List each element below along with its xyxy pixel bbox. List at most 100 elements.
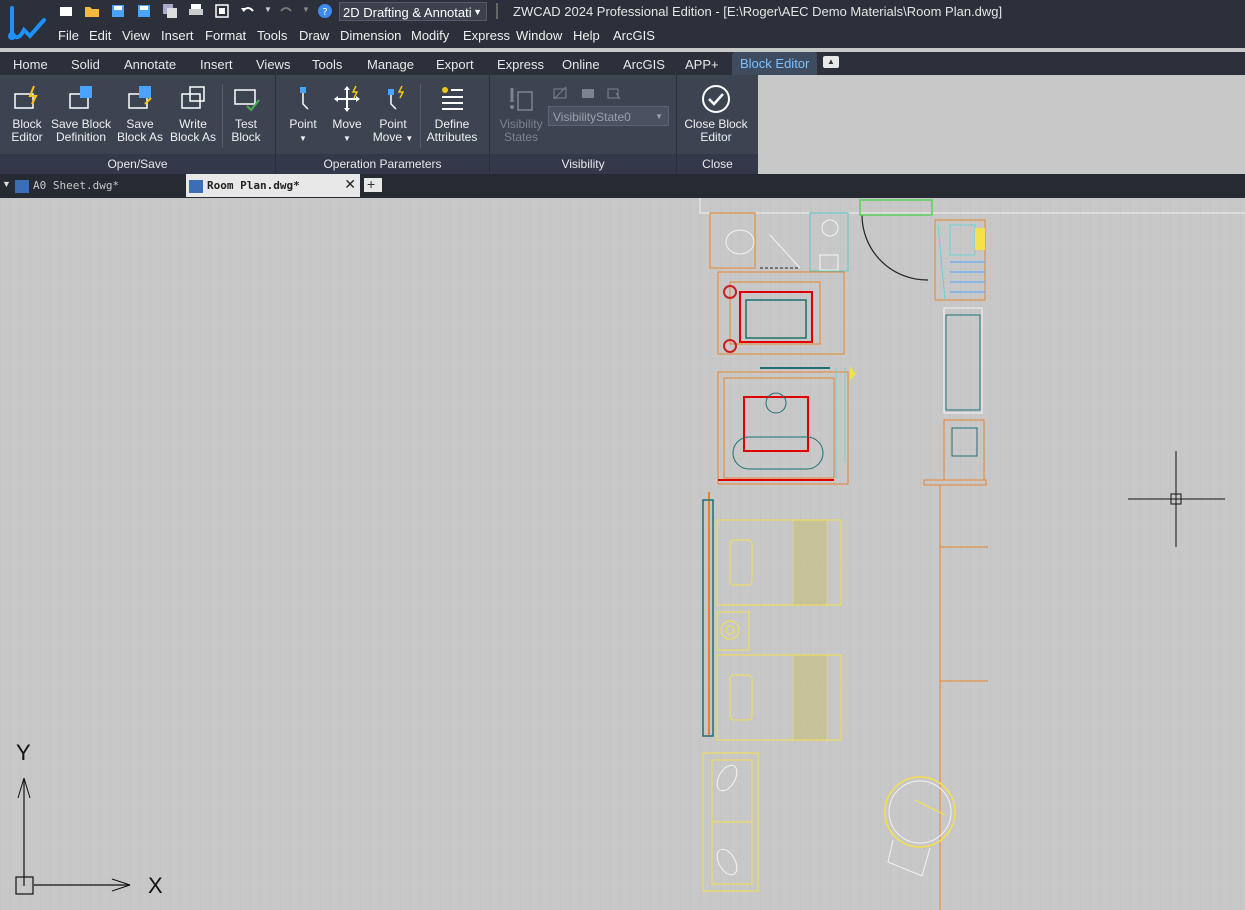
dwg-file-icon: [189, 179, 203, 193]
visibility-state-select[interactable]: VisibilityState0 ▼: [548, 106, 669, 126]
menu-insert[interactable]: Insert: [161, 28, 194, 43]
redo-icon[interactable]: [278, 3, 294, 19]
point-move-label-1: Point: [379, 117, 407, 131]
new-tab-button[interactable]: +: [364, 176, 382, 192]
tab-annotate[interactable]: Annotate: [124, 57, 176, 72]
check-circle-icon: [702, 85, 730, 113]
chevron-down-icon: ▼: [473, 7, 482, 17]
help-icon[interactable]: ?: [317, 3, 333, 19]
chevron-down-icon: ▼: [299, 134, 307, 143]
dwg-file-icon: [15, 179, 29, 193]
visibility-states-label-1: Visibility: [499, 117, 543, 131]
close-icon[interactable]: ✕: [344, 174, 356, 197]
menu-arcgis[interactable]: ArcGIS: [613, 28, 655, 43]
zoom-extents-icon[interactable]: [214, 3, 230, 19]
doc-tab-room-plan-label: Room Plan.dwg*: [207, 179, 300, 192]
point-label: Point: [289, 117, 317, 131]
test-block-label-1: Test: [234, 117, 257, 131]
tab-app-plus[interactable]: APP+: [685, 57, 719, 72]
menu-dimension[interactable]: Dimension: [340, 28, 401, 43]
drawing-canvas[interactable]: [0, 198, 1245, 910]
menu-tools[interactable]: Tools: [257, 28, 287, 43]
close-block-editor-button[interactable]: Close Block Editor: [683, 84, 749, 144]
close-editor-label-1: Close Block: [684, 117, 748, 131]
doc-tab-room-plan[interactable]: Room Plan.dwg* ✕: [186, 174, 360, 197]
save-icon[interactable]: [110, 3, 126, 19]
save-block-as-label-2: Block As: [116, 130, 164, 144]
tab-arcgis[interactable]: ArcGIS: [623, 57, 665, 72]
tab-block-editor[interactable]: Block Editor: [732, 52, 818, 75]
tab-list-dropdown-icon[interactable]: ▼: [2, 179, 11, 189]
ucs-x-label: X: [148, 873, 163, 898]
point-move-label-2: Move: [372, 130, 403, 144]
block-editor-label-1: Block: [12, 117, 42, 131]
menu-modify[interactable]: Modify: [411, 28, 449, 43]
menu-edit[interactable]: Edit: [89, 28, 111, 43]
menu-format[interactable]: Format: [205, 28, 246, 43]
visibility-states-label-2: States: [503, 130, 539, 144]
menu-view[interactable]: View: [122, 28, 150, 43]
tab-manage[interactable]: Manage: [367, 57, 414, 72]
define-attributes-icon: [442, 87, 463, 110]
group-label-visibility: Visibility: [561, 157, 605, 171]
save-block-as-icon: [128, 86, 152, 109]
workspace-select[interactable]: 2D Drafting & Annotati ▼: [339, 2, 487, 21]
write-block-as-button[interactable]: Write Block As: [168, 84, 218, 144]
save-block-icon: [69, 86, 92, 109]
menu-express[interactable]: Express: [463, 28, 510, 43]
tab-solid[interactable]: Solid: [71, 57, 100, 72]
tab-insert[interactable]: Insert: [200, 57, 233, 72]
menu-draw[interactable]: Draw: [299, 28, 329, 43]
divider: [222, 84, 223, 148]
tab-express[interactable]: Express: [497, 57, 544, 72]
svg-text:?: ?: [322, 7, 327, 18]
undo-dropdown-icon[interactable]: ▼: [264, 5, 272, 14]
ucs-y-label: Y: [16, 740, 31, 765]
open-icon[interactable]: [84, 3, 100, 19]
save-block-definition-button[interactable]: Save Block Definition: [50, 84, 112, 144]
make-visible-icon[interactable]: [552, 85, 568, 101]
chevron-down-icon: ▼: [343, 134, 351, 143]
menu-file[interactable]: File: [58, 28, 79, 43]
define-attributes-label-2: Attributes: [426, 130, 478, 144]
doc-tab-a0-sheet[interactable]: A0 Sheet.dwg*: [12, 174, 184, 197]
test-block-button[interactable]: Test Block: [226, 84, 266, 144]
menu-window[interactable]: Window: [516, 28, 562, 43]
undo-icon[interactable]: [240, 3, 256, 19]
move-action-button[interactable]: Move ▼: [328, 84, 366, 145]
redo-dropdown-icon[interactable]: ▼: [302, 5, 310, 14]
chevron-down-icon: ▼: [405, 134, 414, 143]
move-icon: [334, 85, 360, 112]
define-attributes-button[interactable]: Define Attributes: [424, 84, 480, 144]
save-as-icon[interactable]: [136, 3, 152, 19]
tab-export[interactable]: Export: [436, 57, 474, 72]
group-label-operation-parameters: Operation Parameters: [323, 157, 442, 171]
tab-home[interactable]: Home: [13, 57, 48, 72]
visibility-states-button[interactable]: Visibility States: [496, 84, 546, 144]
make-invisible-icon[interactable]: [580, 85, 596, 101]
minimize-ribbon-icon[interactable]: ▲: [823, 56, 839, 68]
tab-tools[interactable]: Tools: [312, 57, 342, 72]
block-editor-button[interactable]: Block Editor: [6, 84, 48, 144]
point-parameter-button[interactable]: Point ▼: [285, 84, 321, 145]
visibility-mode-icon[interactable]: [606, 85, 622, 101]
menu-help[interactable]: Help: [573, 28, 600, 43]
point-move-button[interactable]: Point Move ▼: [372, 84, 414, 145]
block-editor-icon: [14, 85, 38, 109]
close-editor-label-2: Editor: [700, 130, 732, 144]
workspace-value: 2D Drafting & Annotati: [343, 5, 472, 20]
save-block-as-button[interactable]: Save Block As: [116, 84, 164, 144]
move-label: Move: [332, 117, 362, 131]
new-icon[interactable]: [58, 3, 74, 19]
app-logo[interactable]: [0, 0, 50, 48]
divider: [496, 3, 498, 19]
write-block-icon: [181, 86, 205, 109]
define-attributes-label-1: Define: [434, 117, 470, 131]
batch-save-icon[interactable]: [162, 3, 178, 19]
tab-views[interactable]: Views: [256, 57, 290, 72]
tab-online[interactable]: Online: [562, 57, 600, 72]
print-icon[interactable]: [188, 3, 204, 19]
doc-tab-a0-sheet-label: A0 Sheet.dwg*: [33, 179, 120, 192]
window-title: ZWCAD 2024 Professional Edition - [E:\Ro…: [513, 4, 1003, 19]
group-label-open-save: Open/Save: [107, 157, 168, 171]
